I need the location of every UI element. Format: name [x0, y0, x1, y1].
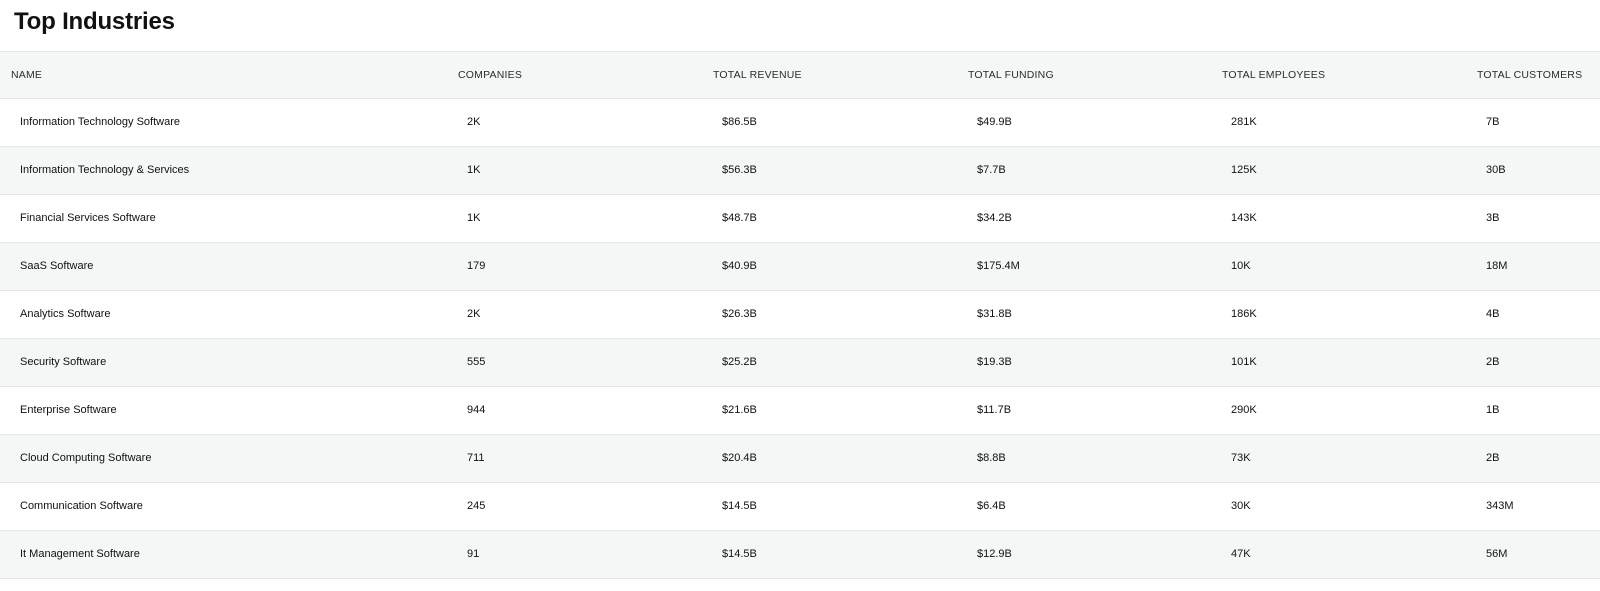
table-row[interactable]: Information Technology & Services 1K $56… — [0, 147, 1600, 195]
table-row[interactable]: Enterprise Software 944 $21.6B $11.7B 29… — [0, 387, 1600, 435]
total-revenue-cell: $48.7B — [722, 212, 757, 224]
table-header: NAME COMPANIES TOTAL REVENUE TOTAL FUNDI… — [0, 51, 1600, 99]
table-row[interactable]: Security Software 555 $25.2B $19.3B 101K… — [0, 339, 1600, 387]
table-row[interactable]: Information Technology Software 2K $86.5… — [0, 99, 1600, 147]
total-revenue-cell: $26.3B — [722, 308, 757, 320]
table-row[interactable]: SaaS Software 179 $40.9B $175.4M 10K 18M — [0, 243, 1600, 291]
table-row[interactable]: Cloud Computing Software 711 $20.4B $8.8… — [0, 435, 1600, 483]
total-funding-cell: $7.7B — [977, 164, 1006, 176]
total-funding-cell: $19.3B — [977, 356, 1012, 368]
total-revenue-cell: $40.9B — [722, 260, 757, 272]
total-funding-cell: $175.4M — [977, 260, 1020, 272]
companies-cell: 2K — [467, 308, 481, 320]
industry-name-cell[interactable]: SaaS Software — [20, 243, 93, 290]
total-customers-cell: 2B — [1486, 356, 1500, 368]
total-funding-cell: $12.9B — [977, 548, 1012, 560]
total-customers-cell: 2B — [1486, 452, 1500, 464]
total-employees-cell: 143K — [1231, 212, 1257, 224]
companies-cell: 91 — [467, 548, 480, 560]
column-header-companies[interactable]: COMPANIES — [458, 52, 522, 99]
total-revenue-cell: $25.2B — [722, 356, 757, 368]
companies-cell: 179 — [467, 260, 486, 272]
industry-name-cell[interactable]: Information Technology & Services — [20, 147, 189, 194]
industry-name-cell[interactable]: Communication Software — [20, 483, 143, 530]
total-funding-cell: $31.8B — [977, 308, 1012, 320]
column-header-total-customers[interactable]: TOTAL CUSTOMERS — [1477, 52, 1582, 99]
total-funding-cell: $6.4B — [977, 500, 1006, 512]
column-header-total-funding[interactable]: TOTAL FUNDING — [968, 52, 1054, 99]
total-revenue-cell: $21.6B — [722, 404, 757, 416]
total-funding-cell: $49.9B — [977, 116, 1012, 128]
total-customers-cell: 1B — [1486, 404, 1500, 416]
companies-cell: 245 — [467, 500, 486, 512]
total-customers-cell: 18M — [1486, 260, 1508, 272]
total-revenue-cell: $56.3B — [722, 164, 757, 176]
column-header-name[interactable]: NAME — [11, 52, 42, 99]
table-row[interactable]: Communication Software 245 $14.5B $6.4B … — [0, 483, 1600, 531]
table-row[interactable]: Financial Services Software 1K $48.7B $3… — [0, 195, 1600, 243]
total-revenue-cell: $20.4B — [722, 452, 757, 464]
companies-cell: 1K — [467, 212, 481, 224]
total-revenue-cell: $14.5B — [722, 500, 757, 512]
total-funding-cell: $8.8B — [977, 452, 1006, 464]
total-funding-cell: $11.7B — [977, 404, 1012, 416]
total-employees-cell: 47K — [1231, 548, 1251, 560]
total-customers-cell: 30B — [1486, 164, 1506, 176]
total-funding-cell: $34.2B — [977, 212, 1012, 224]
total-revenue-cell: $86.5B — [722, 116, 757, 128]
total-customers-cell: 4B — [1486, 308, 1500, 320]
total-employees-cell: 30K — [1231, 500, 1251, 512]
industry-name-cell[interactable]: Enterprise Software — [20, 387, 117, 434]
industry-name-cell[interactable]: It Management Software — [20, 531, 140, 578]
industry-name-cell[interactable]: Security Software — [20, 339, 106, 386]
top-industries-page: Top Industries NAME COMPANIES TOTAL REVE… — [0, 0, 1600, 591]
column-header-total-revenue[interactable]: TOTAL REVENUE — [713, 52, 802, 99]
table-row[interactable]: Analytics Software 2K $26.3B $31.8B 186K… — [0, 291, 1600, 339]
total-customers-cell: 7B — [1486, 116, 1500, 128]
total-employees-cell: 186K — [1231, 308, 1257, 320]
total-customers-cell: 3B — [1486, 212, 1500, 224]
total-customers-cell: 343M — [1486, 500, 1514, 512]
total-employees-cell: 290K — [1231, 404, 1257, 416]
companies-cell: 711 — [467, 452, 485, 464]
industries-table: NAME COMPANIES TOTAL REVENUE TOTAL FUNDI… — [0, 51, 1600, 579]
total-customers-cell: 56M — [1486, 548, 1508, 560]
total-employees-cell: 101K — [1231, 356, 1257, 368]
total-employees-cell: 73K — [1231, 452, 1251, 464]
industry-name-cell[interactable]: Cloud Computing Software — [20, 435, 151, 482]
companies-cell: 555 — [467, 356, 486, 368]
total-employees-cell: 125K — [1231, 164, 1257, 176]
companies-cell: 1K — [467, 164, 481, 176]
companies-cell: 2K — [467, 116, 481, 128]
companies-cell: 944 — [467, 404, 486, 416]
total-employees-cell: 10K — [1231, 260, 1251, 272]
table-row[interactable]: It Management Software 91 $14.5B $12.9B … — [0, 531, 1600, 579]
column-header-total-employees[interactable]: TOTAL EMPLOYEES — [1222, 52, 1325, 99]
industry-name-cell[interactable]: Information Technology Software — [20, 99, 180, 146]
total-revenue-cell: $14.5B — [722, 548, 757, 560]
industry-name-cell[interactable]: Analytics Software — [20, 291, 110, 338]
industry-name-cell[interactable]: Financial Services Software — [20, 195, 156, 242]
page-title: Top Industries — [14, 8, 175, 35]
total-employees-cell: 281K — [1231, 116, 1257, 128]
